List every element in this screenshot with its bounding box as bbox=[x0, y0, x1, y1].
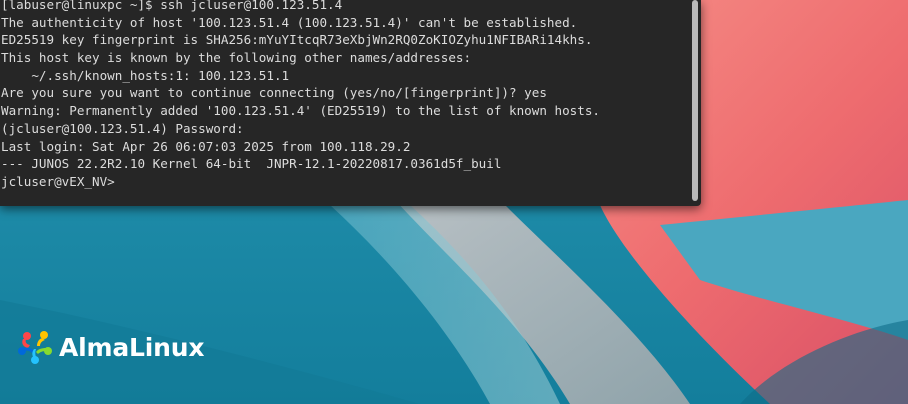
terminal-line: Are you sure you want to continue connec… bbox=[1, 85, 547, 101]
terminal-output[interactable]: [labuser@linuxpc ~]$ ssh jcluser@100.123… bbox=[1, 0, 600, 191]
terminal-line: [labuser@linuxpc ~]$ ssh jcluser@100.123… bbox=[1, 0, 343, 12]
almalinux-logo: AlmaLinux bbox=[15, 327, 204, 367]
almalinux-wordmark: AlmaLinux bbox=[59, 332, 205, 362]
terminal-window[interactable]: [labuser@linuxpc ~]$ ssh jcluser@100.123… bbox=[0, 0, 701, 206]
terminal-scrollbar[interactable] bbox=[691, 0, 699, 202]
terminal-line: This host key is known by the following … bbox=[1, 50, 472, 66]
terminal-line: Last login: Sat Apr 26 06:07:03 2025 fro… bbox=[1, 138, 411, 154]
terminal-line: ED25519 key fingerprint is SHA256:mYuYIt… bbox=[1, 32, 593, 48]
terminal-line: --- JUNOS 22.2R2.10 Kernel 64-bit JNPR-1… bbox=[1, 156, 502, 172]
terminal-prompt[interactable]: jcluser@vEX_NV> bbox=[1, 173, 600, 191]
terminal-line: (jcluser@100.123.51.4) Password: bbox=[1, 120, 244, 136]
terminal-line: The authenticity of host '100.123.51.4 (… bbox=[1, 14, 578, 30]
terminal-line: ~/.ssh/known_hosts:1: 100.123.51.1 bbox=[1, 67, 290, 83]
almalinux-logo-icon bbox=[18, 331, 52, 364]
terminal-line: Warning: Permanently added '100.123.51.4… bbox=[1, 103, 600, 119]
scrollbar-thumb[interactable] bbox=[692, 0, 698, 201]
